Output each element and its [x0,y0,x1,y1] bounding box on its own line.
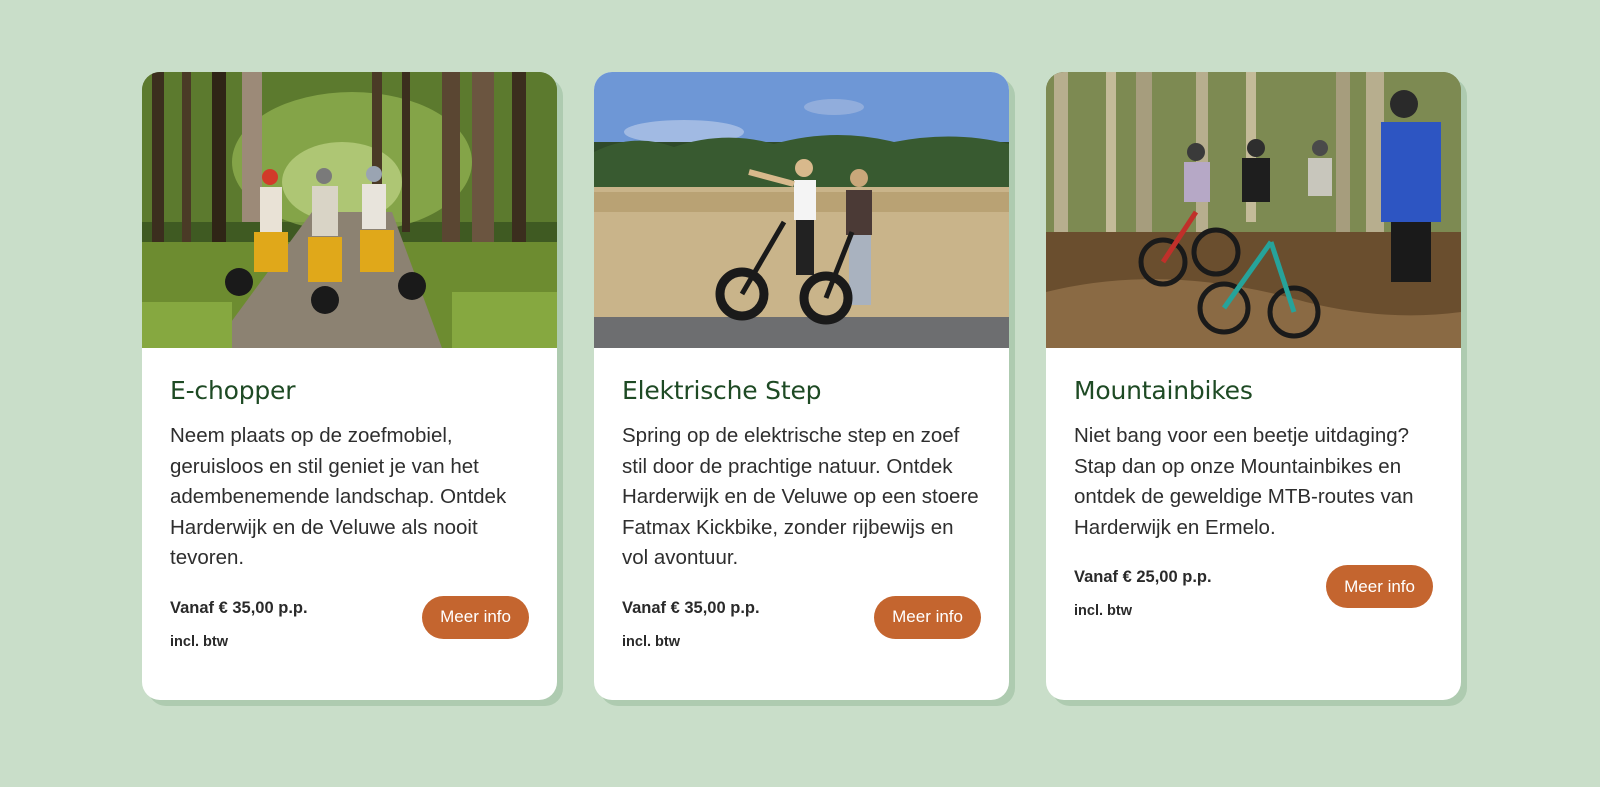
price-row: Vanaf € 35,00 p.p. incl. btw Meer info [622,595,981,659]
card-body: E-chopper Neem plaats op de zoefmobiel, … [142,348,557,700]
more-info-button[interactable]: Meer info [1326,565,1433,609]
more-info-button[interactable]: Meer info [422,595,529,639]
forest-trail-photo [1046,72,1461,348]
card-description: Neem plaats op de zoefmobiel, geruisloos… [170,424,507,570]
card-image-mountainbikes[interactable] [1046,72,1461,348]
card-description: Niet bang voor een beetje uitdaging? Sta… [1074,424,1414,539]
card-e-chopper[interactable]: E-chopper Neem plaats op de zoefmobiel, … [142,72,557,700]
more-info-button[interactable]: Meer info [874,595,981,639]
card-description: Spring op de elektrische step en zoef st… [622,424,979,570]
card-image-e-chopper[interactable] [142,72,557,348]
card-body: Mountainbikes Niet bang voor een beetje … [1046,348,1461,700]
card-grid: E-chopper Neem plaats op de zoefmobiel, … [142,72,1461,700]
card-image-elektrische-step[interactable] [594,72,1009,348]
price-row: Vanaf € 35,00 p.p. incl. btw Meer info [170,595,529,659]
card-elektrische-step[interactable]: Elektrische Step Spring op de elektrisch… [594,72,1009,700]
card-title[interactable]: E-chopper [170,376,529,405]
card-mountainbikes[interactable]: Mountainbikes Niet bang voor een beetje … [1046,72,1461,700]
forest-path-photo [142,72,557,348]
price-row: Vanaf € 25,00 p.p. incl. btw Meer info [1074,565,1433,628]
heathland-photo [594,72,1009,348]
card-title[interactable]: Mountainbikes [1074,376,1433,405]
card-title[interactable]: Elektrische Step [622,376,981,405]
card-body: Elektrische Step Spring op de elektrisch… [594,348,1009,700]
